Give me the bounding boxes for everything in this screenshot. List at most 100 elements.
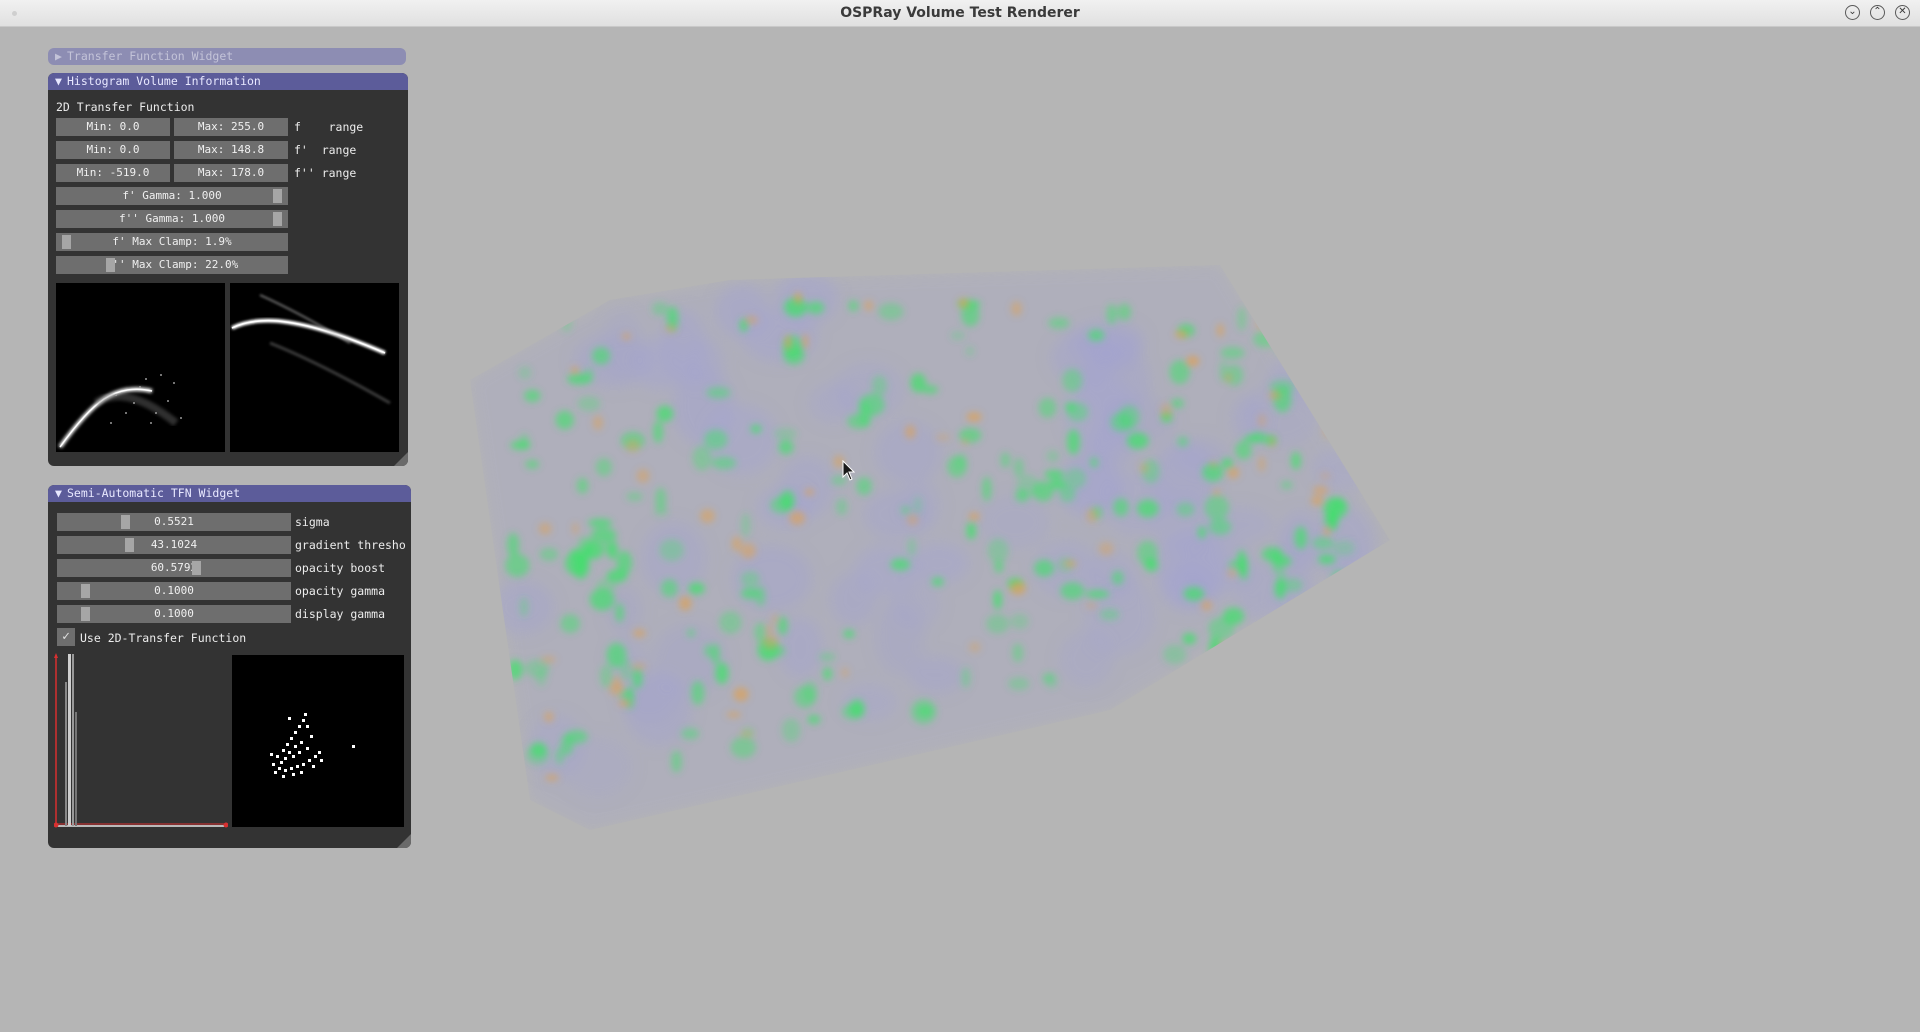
volume-texture-blob	[711, 643, 720, 665]
window-title: OSPRay Volume Test Renderer	[840, 5, 1080, 21]
expand-arrow-icon[interactable]: ▶	[55, 48, 67, 65]
maximize-icon[interactable]: ⌃	[1870, 5, 1885, 20]
volume-texture-blob	[922, 385, 939, 394]
volume-texture-blob	[1201, 600, 1212, 611]
volume-texture-blob	[1216, 323, 1224, 338]
volume-texture-blob	[789, 511, 806, 525]
transfer-function-editor[interactable]	[53, 652, 229, 828]
volume-texture-blob	[1294, 526, 1308, 550]
volume-texture-blob	[1085, 590, 1110, 599]
volume-texture-blob	[565, 551, 590, 576]
f1-max-clamp-slider[interactable]: f' Max Clamp: 1.9%	[56, 233, 288, 251]
f1-gamma-grab[interactable]	[273, 189, 282, 203]
volume-texture-blob	[606, 543, 618, 560]
volume-texture-blob	[576, 477, 589, 494]
volume-texture-blob	[841, 667, 849, 678]
volume-texture-blob	[1208, 617, 1235, 640]
volume-texture-blob	[1314, 361, 1324, 376]
volume-texture-blob	[691, 680, 705, 705]
display-gamma-value: 0.1000	[57, 605, 291, 623]
f-range-min[interactable]: Min: 0.0	[56, 118, 170, 136]
volume-texture-blob	[508, 659, 523, 680]
volume-texture-blob	[906, 514, 919, 526]
minimize-icon[interactable]: ⌄	[1845, 5, 1860, 20]
f1-range-max[interactable]: Max: 148.8	[174, 141, 288, 159]
opacity-boost-grab[interactable]	[192, 561, 201, 575]
volume-texture-blob	[781, 718, 801, 743]
volume-texture-blob	[1169, 360, 1190, 385]
volume-texture-blob	[626, 492, 643, 501]
volume-texture-blob	[1227, 568, 1238, 578]
volume-texture-blob	[1048, 317, 1070, 329]
volume-texture-blob	[715, 662, 729, 685]
volume-texture-blob	[622, 333, 631, 340]
volume-texture-blob	[780, 490, 795, 510]
resize-grip[interactable]	[394, 452, 408, 466]
window-titlebar[interactable]: OSPRay Volume Test Renderer ⌄ ⌃ ✕	[0, 0, 1920, 27]
f1-max-clamp-grab[interactable]	[62, 235, 71, 249]
volume-texture-blob	[700, 509, 715, 523]
f2-max-clamp-grab[interactable]	[106, 258, 115, 272]
volume-texture-blob	[1291, 451, 1301, 470]
volume-render-viewport[interactable]	[470, 240, 1390, 840]
volume-texture-blob	[539, 547, 559, 561]
volume-texture-blob	[765, 624, 774, 634]
volume-texture-blob	[671, 750, 682, 773]
volume-texture-blob	[1211, 651, 1222, 666]
sigma-slider[interactable]: 0.5521 sigma	[57, 513, 407, 531]
opacity-boost-slider[interactable]: 60.5792 opacity boost	[57, 559, 407, 577]
volume-texture-blob	[807, 714, 821, 725]
volume-texture-blob	[785, 334, 792, 350]
f1-gamma-slider[interactable]: f' Gamma: 1.000	[56, 187, 288, 205]
volume-texture-blob	[771, 613, 779, 625]
use-2d-tf-checkbox[interactable]: ✓	[57, 628, 75, 646]
volume-texture-blob	[684, 338, 724, 386]
volume-texture-blob	[1042, 672, 1054, 684]
volume-texture-blob	[618, 700, 631, 707]
volume-texture-blob	[525, 744, 550, 765]
f2-max-clamp-slider[interactable]: f'' Max Clamp: 22.0%	[56, 256, 288, 274]
close-icon[interactable]: ✕	[1895, 5, 1910, 20]
display-gamma-grab[interactable]	[81, 607, 90, 621]
volume-texture-blob	[842, 704, 865, 720]
collapse-arrow-icon[interactable]: ▼	[55, 485, 67, 502]
volume-render-image	[470, 265, 1390, 830]
histogram-panel: ▼ Histogram Volume Information 2D Transfe…	[48, 73, 408, 466]
volume-texture-blob	[822, 667, 833, 681]
transfer-function-widget-header[interactable]: ▶ Transfer Function Widget	[48, 48, 406, 65]
f2-range-row: Min: -519.0 Max: 178.0 f'' range	[56, 164, 396, 182]
volume-texture-blob	[1312, 485, 1329, 495]
semi-auto-panel-header[interactable]: ▼ Semi-Automatic TFN Widget	[48, 485, 411, 502]
section-label: 2D Transfer Function	[56, 100, 195, 114]
volume-texture-blob	[1257, 413, 1267, 428]
volume-texture-blob	[1062, 368, 1083, 393]
volume-texture-blob	[599, 664, 613, 688]
gradient-threshold-slider[interactable]: 43.1024 gradient thresho	[57, 536, 407, 554]
sigma-grab[interactable]	[121, 515, 130, 529]
volume-texture-blob	[1304, 374, 1318, 388]
collapse-arrow-icon[interactable]: ▼	[55, 73, 67, 90]
f-range-max[interactable]: Max: 255.0	[174, 118, 288, 136]
opacity-gamma-slider[interactable]: 0.1000 opacity gamma	[57, 582, 407, 600]
volume-texture-blob	[711, 456, 737, 470]
volume-texture-blob	[1268, 390, 1282, 400]
f-range-row: Min: 0.0 Max: 255.0 f range	[56, 118, 396, 136]
opacity-gamma-grab[interactable]	[81, 584, 90, 598]
volume-texture-blob	[636, 468, 650, 484]
volume-texture-blob	[1012, 643, 1024, 663]
volume-texture-blob	[631, 662, 647, 671]
volume-texture-blob	[1174, 330, 1188, 339]
opacity-gamma-value: 0.1000	[57, 582, 291, 600]
histogram-panel-header[interactable]: ▼ Histogram Volume Information	[48, 73, 408, 90]
f1-range-min[interactable]: Min: 0.0	[56, 141, 170, 159]
f2-range-max[interactable]: Max: 178.0	[174, 164, 288, 182]
volume-texture-blob	[520, 597, 529, 617]
resize-grip[interactable]	[397, 834, 411, 848]
f2-gamma-grab[interactable]	[273, 212, 282, 226]
display-gamma-slider[interactable]: 0.1000 display gamma	[57, 605, 407, 623]
gradient-threshold-grab[interactable]	[125, 538, 134, 552]
f2-range-min[interactable]: Min: -519.0	[56, 164, 170, 182]
volume-texture-blob	[794, 292, 802, 305]
volume-texture-blob	[1323, 526, 1331, 536]
f2-gamma-slider[interactable]: f'' Gamma: 1.000	[56, 210, 288, 228]
